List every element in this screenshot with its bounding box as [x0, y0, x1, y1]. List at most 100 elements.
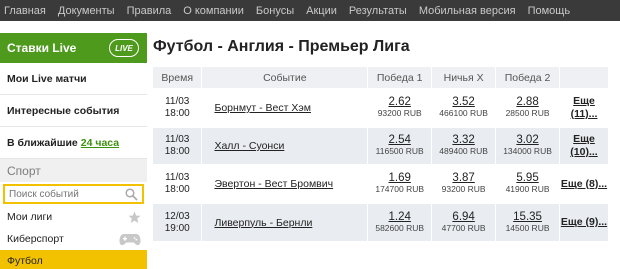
- odds-value: 2.62: [388, 96, 411, 108]
- live-bets-header[interactable]: Ставки Live LIVE: [0, 33, 147, 63]
- odds-draw-button[interactable]: 3.32 489400 RUB: [431, 126, 497, 165]
- more-cell: Еще (11)...: [559, 88, 609, 127]
- more-markets-link[interactable]: Еще (9)...: [561, 216, 607, 228]
- sidebar-item-label: Футбол: [7, 255, 43, 267]
- bet-volume: 582600 RUB: [375, 222, 425, 233]
- event-datetime: 11/03 18:00: [153, 88, 203, 127]
- nav-bonuses[interactable]: Бонусы: [256, 5, 294, 17]
- column-header-event: Событие: [201, 67, 369, 89]
- sidebar: Ставки Live LIVE Мои Live матчи Интересн…: [0, 33, 147, 269]
- bet-volume: 174700 RUB: [375, 184, 425, 194]
- event-link[interactable]: Эвертон - Вест Бромвич: [214, 178, 333, 190]
- live-bets-title: Ставки Live: [7, 41, 77, 55]
- live-icon: LIVE: [109, 39, 139, 57]
- more-markets-link[interactable]: Еще (11)...: [571, 95, 598, 120]
- bet-volume: 466100 RUB: [439, 108, 488, 118]
- event-datetime: 12/03 19:00: [153, 202, 203, 241]
- main-content: Футбол - Англия - Премьер Лига Время Соб…: [153, 33, 620, 241]
- nav-mobile[interactable]: Мобильная версия: [419, 5, 516, 17]
- column-header-time: Время: [153, 67, 203, 89]
- events-table: Время Событие Победа 1 Ничья X Победа 2 …: [153, 67, 609, 241]
- event-cell: Борнмут - Вест Хэм: [201, 88, 369, 127]
- nav-promotions[interactable]: Акции: [306, 5, 337, 17]
- odds-value: 1.24: [388, 210, 411, 223]
- odds-win2-button[interactable]: 5.95 41900 RUB: [495, 164, 561, 203]
- sidebar-item-my-live[interactable]: Мои Live матчи: [0, 63, 147, 95]
- nav-documents[interactable]: Документы: [58, 5, 115, 17]
- more-markets-link[interactable]: Еще (10)...: [570, 133, 597, 158]
- search-input[interactable]: [9, 188, 119, 200]
- odds-value: 3.32: [452, 134, 475, 146]
- event-link[interactable]: Ливерпуль - Бернли: [214, 217, 312, 229]
- table-row: 11/03 18:00 Халл - Суонси 2.54 116500 RUB…: [153, 126, 609, 165]
- sidebar-item-label: Интересные события: [7, 104, 120, 117]
- column-header-more: [559, 67, 609, 89]
- odds-value: 5.95: [516, 172, 539, 184]
- sport-section-title: Спорт: [0, 159, 147, 182]
- nav-help[interactable]: Помощь: [528, 5, 571, 17]
- gamepad-icon: [119, 233, 141, 245]
- odds-value: 1.69: [388, 172, 411, 184]
- bet-volume: 47700 RUB: [441, 222, 486, 233]
- odds-win2-button[interactable]: 3.02 134000 RUB: [495, 126, 561, 165]
- sidebar-item-label: Мои лиги: [7, 211, 53, 223]
- event-time: 19:00: [164, 222, 190, 234]
- bet-volume: 41900 RUB: [505, 184, 550, 194]
- sidebar-item-interesting[interactable]: Интересные события: [0, 95, 147, 127]
- bet-volume: 93200 RUB: [377, 108, 422, 118]
- more-markets-link[interactable]: Еще (8)...: [561, 178, 607, 190]
- more-cell: Еще (8)...: [559, 164, 609, 203]
- nav-home[interactable]: Главная: [4, 5, 46, 17]
- odds-value: 6.94: [452, 210, 475, 223]
- bet-volume: 93200 RUB: [441, 184, 486, 194]
- event-date: 11/03: [165, 134, 190, 145]
- event-link[interactable]: Борнмут - Вест Хэм: [214, 102, 311, 114]
- odds-value: 3.52: [452, 96, 475, 108]
- table-row: 11/03 18:00 Борнмут - Вест Хэм 2.62 93200…: [153, 88, 609, 127]
- star-icon: [128, 211, 141, 223]
- odds-draw-button[interactable]: 3.87 93200 RUB: [431, 164, 497, 203]
- more-cell: Еще (9)...: [559, 202, 609, 241]
- sidebar-item-esports[interactable]: Киберспорт: [0, 228, 147, 250]
- odds-value: 3.02: [516, 134, 539, 146]
- nav-about[interactable]: О компании: [183, 5, 244, 17]
- odds-win1-button[interactable]: 1.69 174700 RUB: [367, 164, 433, 203]
- sidebar-item-label: В ближайшие: [7, 136, 78, 149]
- sidebar-item-label: Мои Live матчи: [7, 72, 87, 85]
- event-datetime: 11/03 18:00: [153, 126, 203, 165]
- event-link[interactable]: Халл - Суонси: [214, 140, 284, 152]
- bet-volume: 116500 RUB: [375, 146, 424, 156]
- event-time: 18:00: [164, 146, 190, 157]
- sidebar-item-my-leagues[interactable]: Мои лиги: [0, 206, 147, 228]
- more-cell: Еще (10)...: [559, 126, 609, 165]
- odds-draw-button[interactable]: 3.52 466100 RUB: [431, 88, 497, 127]
- odds-draw-button[interactable]: 6.94 47700 RUB: [431, 202, 497, 241]
- upcoming-hours-link[interactable]: 24 часа: [81, 137, 119, 149]
- odds-win1-button[interactable]: 2.62 93200 RUB: [367, 88, 433, 127]
- odds-win1-button[interactable]: 2.54 116500 RUB: [367, 126, 433, 165]
- bet-volume: 134000 RUB: [503, 146, 552, 156]
- event-time: 18:00: [164, 184, 190, 195]
- sidebar-item-label: Киберспорт: [7, 233, 64, 245]
- event-search[interactable]: [3, 184, 144, 204]
- column-header-draw: Ничья X: [431, 67, 497, 89]
- odds-win1-button[interactable]: 1.24 582600 RUB: [367, 202, 433, 241]
- bet-volume: 14500 RUB: [505, 222, 550, 233]
- column-header-win1: Победа 1: [367, 67, 433, 89]
- event-date: 11/03: [165, 96, 190, 107]
- sidebar-item-upcoming[interactable]: В ближайшие 24 часа: [0, 127, 147, 159]
- event-datetime: 11/03 18:00: [153, 164, 203, 203]
- odds-win2-button[interactable]: 2.88 28500 RUB: [495, 88, 561, 127]
- event-cell: Эвертон - Вест Бромвич: [201, 164, 369, 203]
- table-row: 12/03 19:00 Ливерпуль - Бернли 1.24 58260…: [153, 202, 609, 241]
- odds-value: 15.35: [513, 210, 542, 223]
- page-title: Футбол - Англия - Премьер Лига: [153, 38, 410, 55]
- odds-win2-button[interactable]: 15.35 14500 RUB: [495, 202, 561, 241]
- table-row: 11/03 18:00 Эвертон - Вест Бромвич 1.69 1…: [153, 164, 609, 203]
- sidebar-item-football[interactable]: Футбол: [0, 250, 147, 269]
- search-icon[interactable]: [125, 187, 138, 201]
- nav-rules[interactable]: Правила: [127, 5, 172, 17]
- top-navigation: Главная Документы Правила О компании Бон…: [0, 0, 620, 21]
- event-date: 12/03: [164, 210, 190, 222]
- nav-results[interactable]: Результаты: [349, 5, 407, 17]
